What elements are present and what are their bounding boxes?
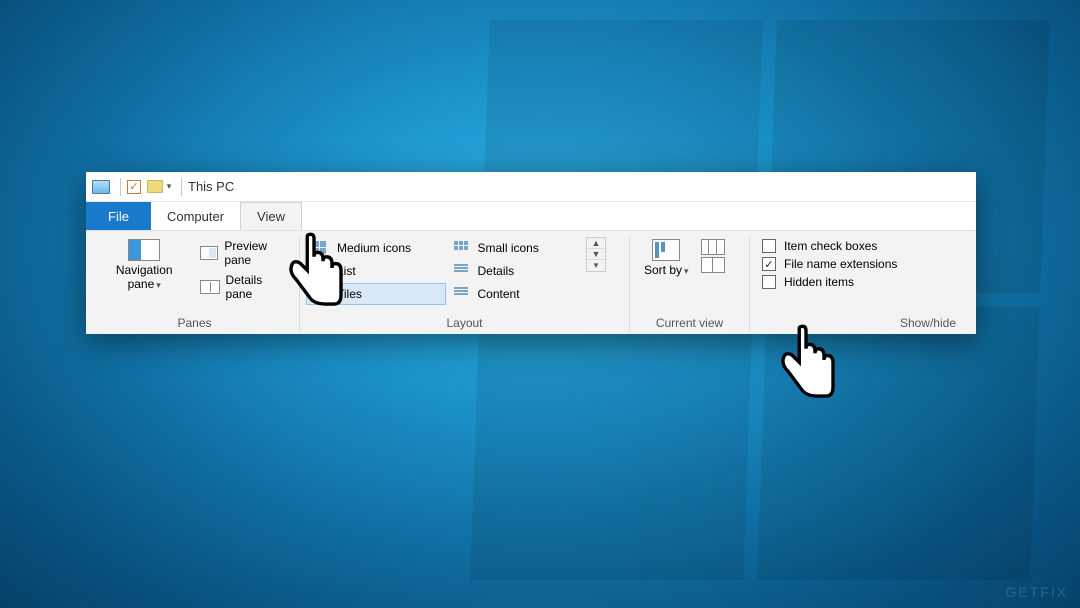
qat-dropdown-icon[interactable]: ▾ (163, 180, 175, 194)
list-icon (313, 264, 331, 278)
this-pc-icon (92, 180, 110, 194)
add-columns-button[interactable] (701, 239, 725, 255)
preview-pane-icon (200, 246, 218, 260)
group-current-view: Sort by Current view (630, 237, 750, 332)
explorer-window: ▾ This PC File Computer View Navigation … (86, 172, 976, 334)
group-label-panes: Panes (96, 314, 293, 332)
layout-gallery: Medium icons Small icons List Details (306, 237, 586, 305)
sort-by-icon (652, 239, 680, 261)
gallery-more-icon[interactable]: ▾ (587, 260, 605, 271)
hidden-items-checkbox[interactable]: Hidden items (762, 275, 897, 289)
tab-computer[interactable]: Computer (151, 202, 240, 230)
layout-list[interactable]: List (306, 260, 446, 282)
navigation-pane-icon (128, 239, 160, 261)
layout-small-icons[interactable]: Small icons (447, 237, 587, 259)
layout-medium-icons[interactable]: Medium icons (306, 237, 446, 259)
separator (120, 178, 121, 196)
group-panes: Navigation pane Preview pane Details pan… (90, 237, 300, 332)
group-layout: Medium icons Small icons List Details (300, 237, 630, 332)
tab-file[interactable]: File (86, 202, 151, 230)
item-check-boxes-checkbox[interactable]: Item check boxes (762, 239, 897, 253)
gallery-up-icon[interactable]: ▲ (587, 238, 605, 249)
gallery-down-icon[interactable]: ▼ (587, 249, 605, 260)
checkbox-icon (762, 239, 776, 253)
layout-details[interactable]: Details (447, 260, 587, 282)
group-label-layout: Layout (306, 314, 623, 332)
checkbox-icon (762, 275, 776, 289)
tab-view[interactable]: View (240, 202, 302, 230)
group-label-current-view: Current view (636, 314, 743, 332)
preview-pane-button[interactable]: Preview pane (196, 237, 293, 269)
file-name-extensions-checkbox[interactable]: File name extensions (762, 257, 897, 271)
group-show-hide: Item check boxes File name extensions Hi… (750, 237, 972, 332)
size-columns-button[interactable] (701, 257, 725, 273)
window-title: This PC (188, 179, 234, 194)
qat-properties-icon[interactable] (127, 180, 141, 194)
layout-tiles[interactable]: Tiles (306, 283, 446, 305)
titlebar: ▾ This PC (86, 172, 976, 202)
medium-icons-icon (313, 241, 331, 255)
sort-by-button[interactable]: Sort by (636, 237, 697, 279)
tiles-icon (313, 287, 331, 301)
small-icons-icon (454, 241, 472, 255)
ribbon-tabs: File Computer View (86, 202, 976, 230)
details-icon (454, 264, 472, 278)
checkbox-checked-icon (762, 257, 776, 271)
layout-gallery-scroll: ▲ ▼ ▾ (586, 237, 606, 272)
watermark: GETFIX (1005, 584, 1068, 600)
layout-content[interactable]: Content (447, 283, 587, 305)
group-label-show-hide: Show/hide (756, 314, 966, 332)
details-pane-icon (200, 280, 219, 294)
content-icon (454, 287, 472, 301)
navigation-pane-button[interactable]: Navigation pane (96, 237, 192, 294)
qat-newfolder-icon[interactable] (147, 180, 163, 193)
details-pane-button[interactable]: Details pane (196, 271, 293, 303)
ribbon: Navigation pane Preview pane Details pan… (86, 230, 976, 334)
separator (181, 178, 182, 196)
